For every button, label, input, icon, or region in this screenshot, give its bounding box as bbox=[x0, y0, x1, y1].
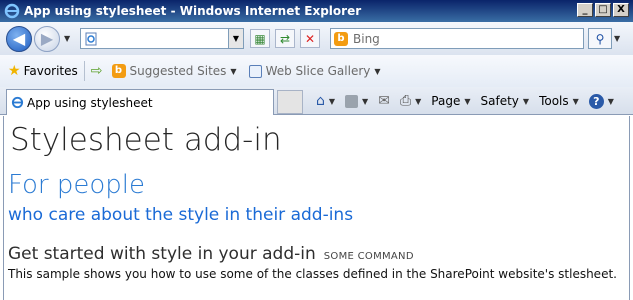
section-heading: Get started with style in your add-in SOM… bbox=[8, 244, 414, 264]
page-title: Stylesheet add-in bbox=[10, 122, 282, 158]
stop-button[interactable]: ✕ bbox=[300, 29, 320, 48]
bing-icon: b bbox=[334, 31, 348, 46]
favorites-bar: ★ Favorites ⇨ b Suggested Sites ▼ Web Sl… bbox=[0, 55, 633, 87]
compatibility-icon: ▦ bbox=[254, 31, 266, 46]
add-favorite-icon: ⇨ bbox=[90, 63, 103, 79]
feeds-button[interactable]: ▼ bbox=[341, 91, 372, 111]
page-icon bbox=[11, 96, 24, 109]
printer-icon: ⎙ bbox=[399, 93, 412, 109]
window-title-bar: App using stylesheet - Windows Internet … bbox=[0, 0, 633, 22]
body-text: This sample shows you how to use some of… bbox=[8, 267, 617, 281]
search-button[interactable]: ⚲ bbox=[588, 28, 612, 49]
refresh-button[interactable]: ⇄ bbox=[275, 29, 295, 48]
print-button[interactable]: ⎙ ▼ bbox=[396, 91, 425, 111]
mail-icon: ✉ bbox=[378, 93, 390, 109]
tools-menu[interactable]: Tools ▼ bbox=[535, 91, 583, 111]
safety-menu[interactable]: Safety ▼ bbox=[477, 91, 534, 111]
chevron-down-icon: ▼ bbox=[607, 96, 614, 106]
favorites-button[interactable]: ★ Favorites bbox=[8, 63, 78, 79]
chevron-down-icon: ▼ bbox=[374, 66, 381, 76]
search-icon: ⚲ bbox=[595, 31, 605, 46]
help-button[interactable]: ? ▼ bbox=[585, 91, 618, 111]
page-icon bbox=[85, 32, 97, 45]
tools-menu-label: Tools bbox=[539, 94, 569, 108]
search-options-dropdown-icon[interactable]: ▼ bbox=[614, 34, 620, 43]
command-bar: ⌂ ▼ ▼ ✉ ⎙ ▼ Page ▼ Safety ▼ Tools ▼ ? ▼ bbox=[312, 91, 618, 111]
chevron-down-icon: ▼ bbox=[230, 66, 237, 76]
refresh-icon: ⇄ bbox=[279, 31, 291, 46]
chevron-down-icon: ▼ bbox=[464, 96, 471, 106]
new-tab-button[interactable] bbox=[277, 90, 303, 114]
address-bar[interactable]: ▼ bbox=[80, 28, 244, 49]
page-menu[interactable]: Page ▼ bbox=[427, 91, 474, 111]
address-dropdown-button[interactable]: ▼ bbox=[228, 29, 243, 48]
forward-button[interactable]: ▶ bbox=[34, 25, 60, 52]
rss-icon bbox=[345, 94, 359, 108]
suggested-sites-button[interactable]: b Suggested Sites ▼ bbox=[111, 64, 237, 78]
help-icon: ? bbox=[588, 93, 604, 109]
back-arrow-icon: ◀ bbox=[12, 29, 26, 48]
page-content: Stylesheet add-in For people who care ab… bbox=[3, 116, 630, 300]
home-button[interactable]: ⌂ ▼ bbox=[312, 91, 339, 111]
close-window-button[interactable]: X bbox=[613, 3, 629, 17]
tab-label: App using stylesheet bbox=[27, 95, 153, 110]
add-to-favorites-bar-button[interactable]: ⇨ bbox=[91, 63, 106, 79]
chevron-down-icon: ▼ bbox=[328, 96, 336, 106]
page-subtitle: For people bbox=[8, 170, 146, 200]
chevron-down-icon: ▼ bbox=[522, 96, 530, 106]
web-slice-icon bbox=[248, 64, 262, 78]
page-menu-label: Page bbox=[431, 94, 461, 108]
favorites-label: Favorites bbox=[23, 64, 78, 78]
internet-explorer-icon bbox=[4, 3, 20, 19]
tab-active[interactable]: App using stylesheet bbox=[6, 89, 274, 115]
safety-menu-label: Safety bbox=[480, 94, 519, 108]
page-tagline: who care about the style in their add-in… bbox=[8, 205, 354, 225]
maximize-button[interactable]: □ bbox=[595, 3, 611, 17]
stop-icon: ✕ bbox=[304, 31, 316, 46]
suggested-sites-icon: b bbox=[111, 64, 126, 78]
search-placeholder: Bing bbox=[353, 31, 380, 46]
compatibility-view-button[interactable]: ▦ bbox=[250, 29, 270, 48]
star-icon: ★ bbox=[8, 63, 21, 79]
web-slice-gallery-button[interactable]: Web Slice Gallery ▼ bbox=[248, 64, 381, 78]
chevron-down-icon: ▼ bbox=[572, 96, 579, 106]
web-slice-gallery-label: Web Slice Gallery bbox=[265, 64, 371, 78]
history-dropdown-icon[interactable]: ▼ bbox=[64, 34, 70, 43]
forward-arrow-icon: ▶ bbox=[40, 29, 54, 48]
home-icon: ⌂ bbox=[316, 93, 325, 109]
chevron-down-icon: ▼ bbox=[362, 96, 369, 106]
tab-row: App using stylesheet ⌂ ▼ ▼ ✉ ⎙ ▼ Page ▼ … bbox=[0, 87, 633, 115]
suggested-sites-label: Suggested Sites bbox=[129, 64, 227, 78]
window-title: App using stylesheet - Windows Internet … bbox=[24, 4, 362, 18]
search-box[interactable]: b Bing bbox=[330, 28, 584, 49]
section-command-link[interactable]: SOME COMMAND bbox=[324, 251, 414, 262]
section-heading-text: Get started with style in your add-in bbox=[8, 244, 316, 264]
navigation-bar: ◀ ▶ ▼ ▼ ▦ ⇄ ✕ b Bing ⚲ ▼ bbox=[0, 22, 633, 55]
minimize-button[interactable]: _ bbox=[577, 3, 593, 17]
read-mail-button[interactable]: ✉ bbox=[374, 91, 394, 111]
chevron-down-icon: ▼ bbox=[415, 96, 422, 106]
favorites-separator bbox=[83, 61, 85, 81]
back-button[interactable]: ◀ bbox=[6, 25, 32, 52]
